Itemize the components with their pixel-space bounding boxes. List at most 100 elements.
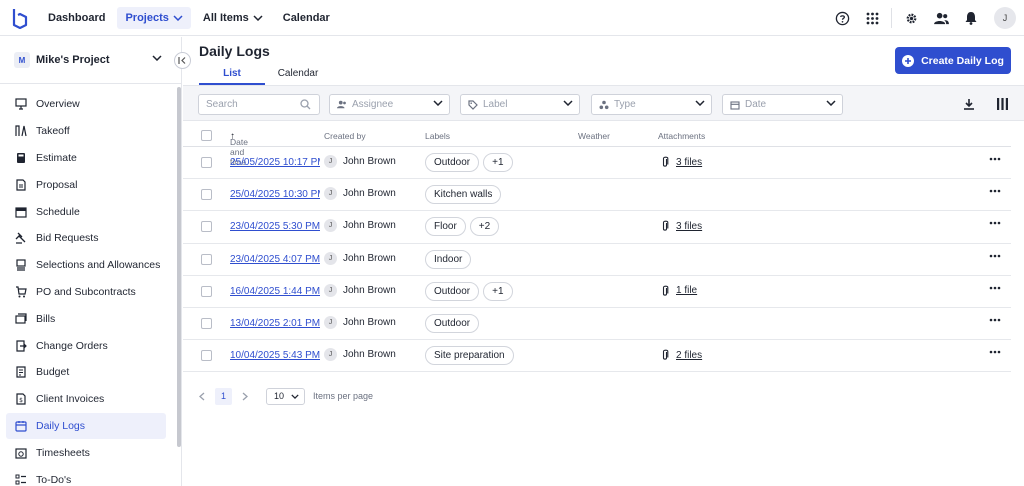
- row-checkbox[interactable]: [201, 285, 212, 297]
- items-per-page-value: 10: [274, 391, 285, 401]
- more-actions-icon[interactable]: [989, 286, 1001, 290]
- page-number[interactable]: 1: [215, 387, 232, 405]
- table-row[interactable]: 16/04/2025 1:44 PM J John Brown Outdoor +1 1 …: [183, 276, 1011, 308]
- sidebar-item-po-and-subcontracts[interactable]: PO and Subcontracts: [6, 279, 166, 306]
- logo-icon[interactable]: [10, 7, 30, 29]
- users-icon[interactable]: [926, 3, 956, 33]
- table-row[interactable]: 25/04/2025 10:30 PM J John Brown Kitchen wa…: [183, 179, 1011, 212]
- attachments-link[interactable]: 1 file: [676, 285, 697, 296]
- created-by: J John Brown: [324, 348, 396, 362]
- nav-dashboard-label: Dashboard: [48, 11, 106, 24]
- collapse-sidebar-button[interactable]: [174, 52, 191, 69]
- sidebar-item-schedule[interactable]: Schedule: [6, 198, 166, 225]
- columns-icon[interactable]: [994, 96, 1010, 112]
- date-filter[interactable]: Date: [722, 94, 843, 115]
- user-avatar[interactable]: J: [994, 7, 1016, 29]
- table-row[interactable]: 25/05/2025 10:17 PM J John Brown Outdoor +1 3…: [183, 147, 1011, 180]
- sidebar-item-label: Selections and Allowances: [36, 259, 161, 272]
- items-per-page-select[interactable]: 10: [266, 387, 305, 405]
- sidebar-item-selections-and-allowances[interactable]: Selections and Allowances: [6, 252, 166, 279]
- label-chip[interactable]: +2: [469, 217, 500, 237]
- daily-log-date-link[interactable]: 13/04/2025 2:01 PM: [230, 318, 320, 329]
- row-checkbox[interactable]: [201, 157, 212, 168]
- labels-cell: Outdoor +1: [425, 281, 517, 301]
- invoice-icon: $: [14, 392, 28, 406]
- timesheet-icon: [14, 446, 28, 460]
- select-all-checkbox[interactable]: [201, 130, 212, 141]
- more-actions-icon[interactable]: [989, 254, 1001, 258]
- label-chip[interactable]: +1: [483, 153, 513, 172]
- create-daily-log-button[interactable]: Create Daily Log: [895, 47, 1011, 74]
- assignee-filter[interactable]: Assignee: [329, 94, 450, 115]
- sidebar-item-bills[interactable]: Bills: [6, 305, 166, 332]
- sidebar-item-timesheets[interactable]: Timesheets: [6, 439, 166, 466]
- next-page-button[interactable]: [236, 387, 254, 405]
- nav-projects[interactable]: Projects: [117, 6, 191, 29]
- creator-name: John Brown: [343, 316, 396, 328]
- label-chip: Floor: [425, 217, 466, 237]
- nav-all-items[interactable]: All Items: [195, 7, 271, 29]
- label-filter-label: Label: [483, 99, 508, 110]
- daily-log-date-link[interactable]: 16/04/2025 1:44 PM: [230, 286, 320, 297]
- tab-calendar[interactable]: Calendar: [265, 65, 331, 85]
- more-actions-icon[interactable]: [989, 157, 1001, 161]
- sidebar-item-to-do-s[interactable]: To-Do's: [6, 466, 166, 486]
- labels-cell: Indoor: [425, 249, 475, 269]
- tab-list[interactable]: List: [199, 65, 265, 85]
- row-checkbox[interactable]: [201, 189, 212, 201]
- daily-log-date-link[interactable]: 23/04/2025 5:30 PM: [230, 221, 320, 232]
- row-checkbox[interactable]: [201, 317, 212, 329]
- bell-icon[interactable]: [956, 3, 986, 33]
- more-actions-icon[interactable]: [989, 318, 1001, 322]
- gear-icon[interactable]: [896, 3, 926, 33]
- daily-log-date-link[interactable]: 10/04/2025 5:43 PM: [230, 350, 320, 361]
- help-icon[interactable]: [827, 3, 857, 33]
- prev-page-button[interactable]: [193, 387, 211, 405]
- nav-calendar[interactable]: Calendar: [275, 7, 338, 29]
- apps-grid-icon[interactable]: [857, 3, 887, 33]
- daily-log-date-link[interactable]: 23/04/2025 4:07 PM: [230, 254, 320, 265]
- type-filter[interactable]: Type: [591, 94, 712, 115]
- search-input[interactable]: Search: [198, 94, 320, 115]
- table-row[interactable]: 13/04/2025 2:01 PM J John Brown Outdoor: [183, 308, 1011, 341]
- daily-log-date-link[interactable]: 25/04/2025 10:30 PM: [230, 189, 320, 200]
- row-checkbox[interactable]: [201, 350, 212, 362]
- sidebar-item-budget[interactable]: Budget: [6, 359, 166, 386]
- sidebar-item-client-invoices[interactable]: $ Client Invoices: [6, 386, 166, 413]
- row-checkbox[interactable]: [201, 253, 212, 265]
- sidebar-item-estimate[interactable]: Estimate: [6, 145, 166, 172]
- sidebar-item-proposal[interactable]: Proposal: [6, 171, 166, 198]
- attachments-link[interactable]: 3 files: [676, 157, 702, 168]
- table-row[interactable]: 23/04/2025 5:30 PM J John Brown Floor +2 3 fi…: [183, 211, 1011, 244]
- more-actions-icon[interactable]: [989, 189, 1001, 193]
- project-selector[interactable]: M Mike's Project: [0, 37, 182, 84]
- table-row[interactable]: 10/04/2025 5:43 PM J John Brown Site prepar…: [183, 340, 1011, 373]
- pagination: 1 10 Items per page: [193, 387, 373, 405]
- download-icon[interactable]: [961, 96, 977, 112]
- attachments-link[interactable]: 3 files: [676, 221, 702, 232]
- table-header: Date and time ↑ Created by Labels Weathe…: [183, 125, 1011, 167]
- more-actions-icon[interactable]: [989, 221, 1001, 225]
- daily-log-date-link[interactable]: 25/05/2025 10:17 PM: [230, 157, 320, 168]
- calendar-icon: [730, 100, 740, 110]
- sidebar-scrollbar[interactable]: [177, 87, 181, 447]
- sidebar-item-overview[interactable]: Overview: [6, 91, 166, 118]
- gavel-icon: [14, 231, 28, 245]
- label-filter[interactable]: Label: [460, 94, 580, 115]
- table-row[interactable]: 23/04/2025 4:07 PM J John Brown Indoor: [183, 244, 1011, 276]
- row-checkbox[interactable]: [201, 221, 212, 233]
- labels-cell: Floor +2: [425, 217, 503, 237]
- attachments-link[interactable]: 2 files: [676, 350, 702, 361]
- sidebar-item-takeoff[interactable]: Takeoff: [6, 118, 166, 145]
- sidebar-item-daily-logs[interactable]: Daily Logs: [6, 412, 166, 440]
- sidebar-item-bid-requests[interactable]: Bid Requests: [6, 225, 166, 252]
- more-actions-icon[interactable]: [989, 350, 1001, 354]
- presentation-icon: [14, 97, 28, 111]
- column-date[interactable]: Date and time ↑: [230, 131, 248, 167]
- nav-dashboard[interactable]: Dashboard: [40, 7, 113, 29]
- sidebar-item-label: Client Invoices: [36, 393, 105, 406]
- sidebar-item-change-orders[interactable]: Change Orders: [6, 332, 166, 359]
- measure-icon: [14, 124, 28, 138]
- plus-icon: [902, 54, 915, 67]
- label-chip[interactable]: +1: [483, 281, 513, 301]
